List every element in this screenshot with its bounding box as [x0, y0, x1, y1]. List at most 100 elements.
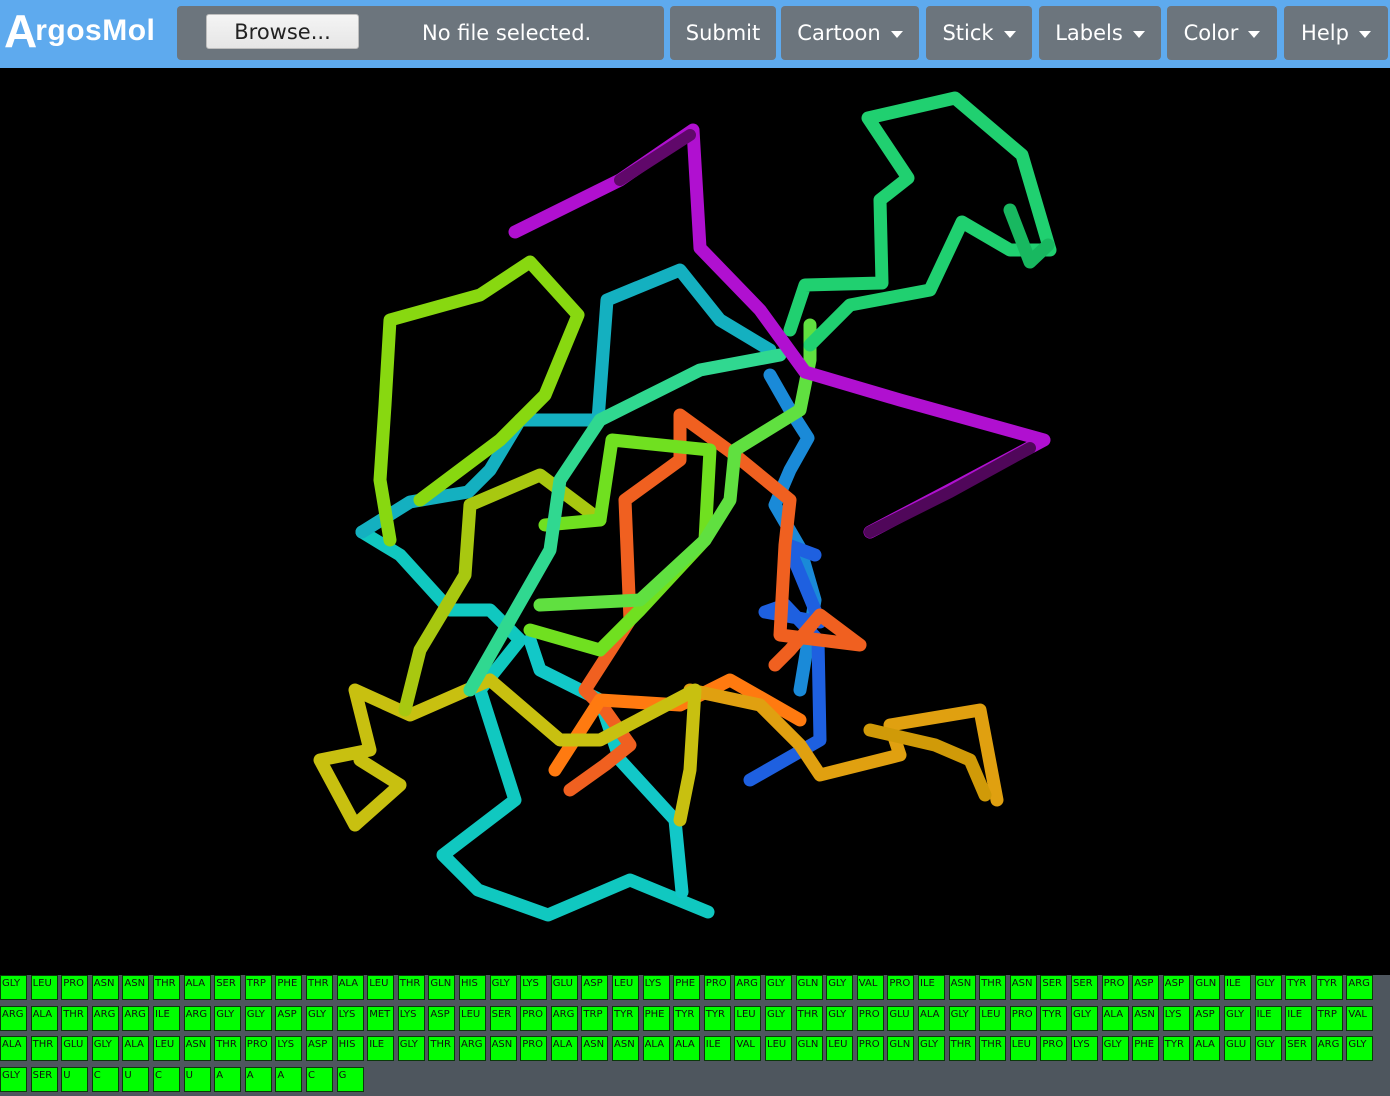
sequence-residue[interactable]: LYS — [642, 975, 670, 1000]
sequence-residue[interactable]: GLY — [948, 1005, 976, 1031]
sequence-residue[interactable]: SER — [30, 1066, 58, 1092]
sequence-residue[interactable]: ILE — [1224, 975, 1251, 1000]
sequence-residue[interactable]: ARG — [183, 1005, 211, 1031]
sequence-residue[interactable]: ALA — [336, 975, 364, 1000]
sequence-residue[interactable]: ALA — [673, 1036, 701, 1061]
sequence-residue[interactable]: GLN — [428, 975, 456, 1000]
sequence-residue[interactable]: GLY — [489, 975, 517, 1000]
sequence-residue[interactable]: GLY — [306, 1005, 333, 1031]
sequence-residue[interactable]: U — [61, 1066, 89, 1092]
sequence-residue[interactable]: ALA — [1101, 1005, 1129, 1031]
sequence-residue[interactable]: ALA — [642, 1036, 670, 1061]
sequence-residue[interactable]: LYS — [1071, 1036, 1098, 1061]
sequence-residue[interactable]: PRO — [887, 975, 915, 1000]
sequence-residue[interactable]: SER — [1285, 1036, 1313, 1061]
sequence-residue[interactable]: GLY — [397, 1036, 425, 1061]
sequence-residue[interactable]: ALA — [30, 1005, 58, 1031]
sequence-residue[interactable]: GLN — [887, 1036, 915, 1061]
sequence-residue[interactable]: TYR — [673, 1005, 701, 1031]
sequence-residue[interactable]: GLY — [826, 1005, 854, 1031]
sequence-residue[interactable]: PRO — [1040, 1036, 1068, 1061]
sequence-residue[interactable]: THR — [795, 1005, 823, 1031]
sequence-residue[interactable]: ASN — [1132, 1005, 1160, 1031]
sequence-residue[interactable]: LEU — [367, 975, 395, 1000]
sequence-residue[interactable]: THR — [306, 975, 333, 1000]
sequence-residue[interactable]: ARG — [1315, 1036, 1343, 1061]
color-menu-button[interactable]: Color — [1167, 6, 1277, 60]
sequence-residue[interactable]: TRP — [581, 1005, 609, 1031]
sequence-residue[interactable]: PRO — [856, 1005, 884, 1031]
sequence-residue[interactable]: LEU — [1009, 1036, 1037, 1061]
sequence-residue[interactable]: ARG — [550, 1005, 578, 1031]
sequence-residue[interactable]: ASN — [122, 975, 150, 1000]
sequence-residue[interactable]: GLY — [1346, 1036, 1374, 1061]
sequence-residue[interactable]: ALA — [1193, 1036, 1221, 1061]
sequence-residue[interactable]: TYR — [703, 1005, 731, 1031]
sequence-residue[interactable]: SER — [1040, 975, 1068, 1000]
sequence-residue[interactable]: TYR — [1040, 1005, 1068, 1031]
sequence-residue[interactable]: TYR — [1285, 975, 1313, 1000]
sequence-residue[interactable]: THR — [397, 975, 425, 1000]
sequence-residue[interactable]: GLN — [1193, 975, 1221, 1000]
sequence-residue[interactable]: A — [275, 1066, 303, 1092]
sequence-residue[interactable]: ASN — [612, 1036, 639, 1061]
sequence-residue[interactable]: PHE — [1132, 1036, 1160, 1061]
cartoon-menu-button[interactable]: Cartoon — [781, 6, 919, 60]
sequence-residue[interactable]: LEU — [979, 1005, 1007, 1031]
sequence-residue[interactable]: GLY — [1254, 975, 1282, 1000]
sequence-residue[interactable]: G — [336, 1066, 364, 1092]
sequence-residue[interactable]: GLY — [918, 1036, 945, 1061]
sequence-residue[interactable]: GLY — [0, 975, 27, 1000]
sequence-residue[interactable]: GLN — [795, 1036, 823, 1061]
sequence-residue[interactable]: LYS — [520, 975, 548, 1000]
sequence-residue[interactable]: THR — [30, 1036, 58, 1061]
sequence-residue[interactable]: LYS — [336, 1005, 364, 1031]
sequence-residue[interactable]: GLY — [214, 1005, 242, 1031]
sequence-residue[interactable]: GLU — [61, 1036, 89, 1061]
sequence-residue[interactable]: U — [122, 1066, 150, 1092]
sequence-residue[interactable]: THR — [428, 1036, 456, 1061]
sequence-residue[interactable]: ALA — [0, 1036, 27, 1061]
sequence-residue[interactable]: GLY — [1071, 1005, 1098, 1031]
labels-menu-button[interactable]: Labels — [1039, 6, 1161, 60]
sequence-residue[interactable]: ASN — [489, 1036, 517, 1061]
sequence-residue[interactable]: TRP — [1315, 1005, 1343, 1031]
molecule-viewer-canvas[interactable] — [0, 68, 1390, 975]
sequence-residue[interactable]: GLY — [0, 1066, 27, 1092]
sequence-residue[interactable]: GLU — [887, 1005, 915, 1031]
sequence-residue[interactable]: VAL — [734, 1036, 762, 1061]
sequence-residue[interactable]: ARG — [1346, 975, 1374, 1000]
sequence-residue[interactable]: ASP — [1132, 975, 1160, 1000]
sequence-residue[interactable]: SER — [214, 975, 242, 1000]
sequence-residue[interactable]: PHE — [275, 975, 303, 1000]
stick-menu-button[interactable]: Stick — [926, 6, 1032, 60]
sequence-residue[interactable]: GLY — [826, 975, 854, 1000]
sequence-residue[interactable]: SER — [1071, 975, 1098, 1000]
sequence-residue[interactable]: THR — [153, 975, 180, 1000]
sequence-residue[interactable]: ASP — [581, 975, 609, 1000]
sequence-residue[interactable]: LEU — [734, 1005, 762, 1031]
sequence-residue[interactable]: GLY — [765, 1005, 792, 1031]
sequence-residue[interactable]: LYS — [1162, 1005, 1190, 1031]
sequence-residue[interactable]: ARG — [0, 1005, 27, 1031]
sequence-residue[interactable]: PRO — [244, 1036, 272, 1061]
sequence-residue[interactable]: ARG — [734, 975, 762, 1000]
sequence-residue[interactable]: A — [214, 1066, 242, 1092]
sequence-residue[interactable]: A — [244, 1066, 272, 1092]
sequence-residue[interactable]: ASN — [183, 1036, 211, 1061]
sequence-residue[interactable]: ARG — [122, 1005, 150, 1031]
sequence-residue[interactable]: MET — [367, 1005, 395, 1031]
sequence-residue[interactable]: GLU — [550, 975, 578, 1000]
sequence-residue[interactable]: VAL — [1346, 1005, 1374, 1031]
sequence-residue[interactable]: THR — [979, 975, 1007, 1000]
sequence-residue[interactable]: THR — [948, 1036, 976, 1061]
sequence-residue[interactable]: ARG — [459, 1036, 486, 1061]
sequence-residue[interactable]: ILE — [367, 1036, 395, 1061]
sequence-residue[interactable]: PRO — [1009, 1005, 1037, 1031]
browse-button[interactable]: Browse... — [206, 14, 359, 49]
sequence-residue[interactable]: ASN — [948, 975, 976, 1000]
sequence-residue[interactable]: GLY — [765, 975, 792, 1000]
sequence-residue[interactable]: LEU — [459, 1005, 486, 1031]
sequence-residue[interactable]: ASN — [581, 1036, 609, 1061]
sequence-residue[interactable]: TRP — [244, 975, 272, 1000]
